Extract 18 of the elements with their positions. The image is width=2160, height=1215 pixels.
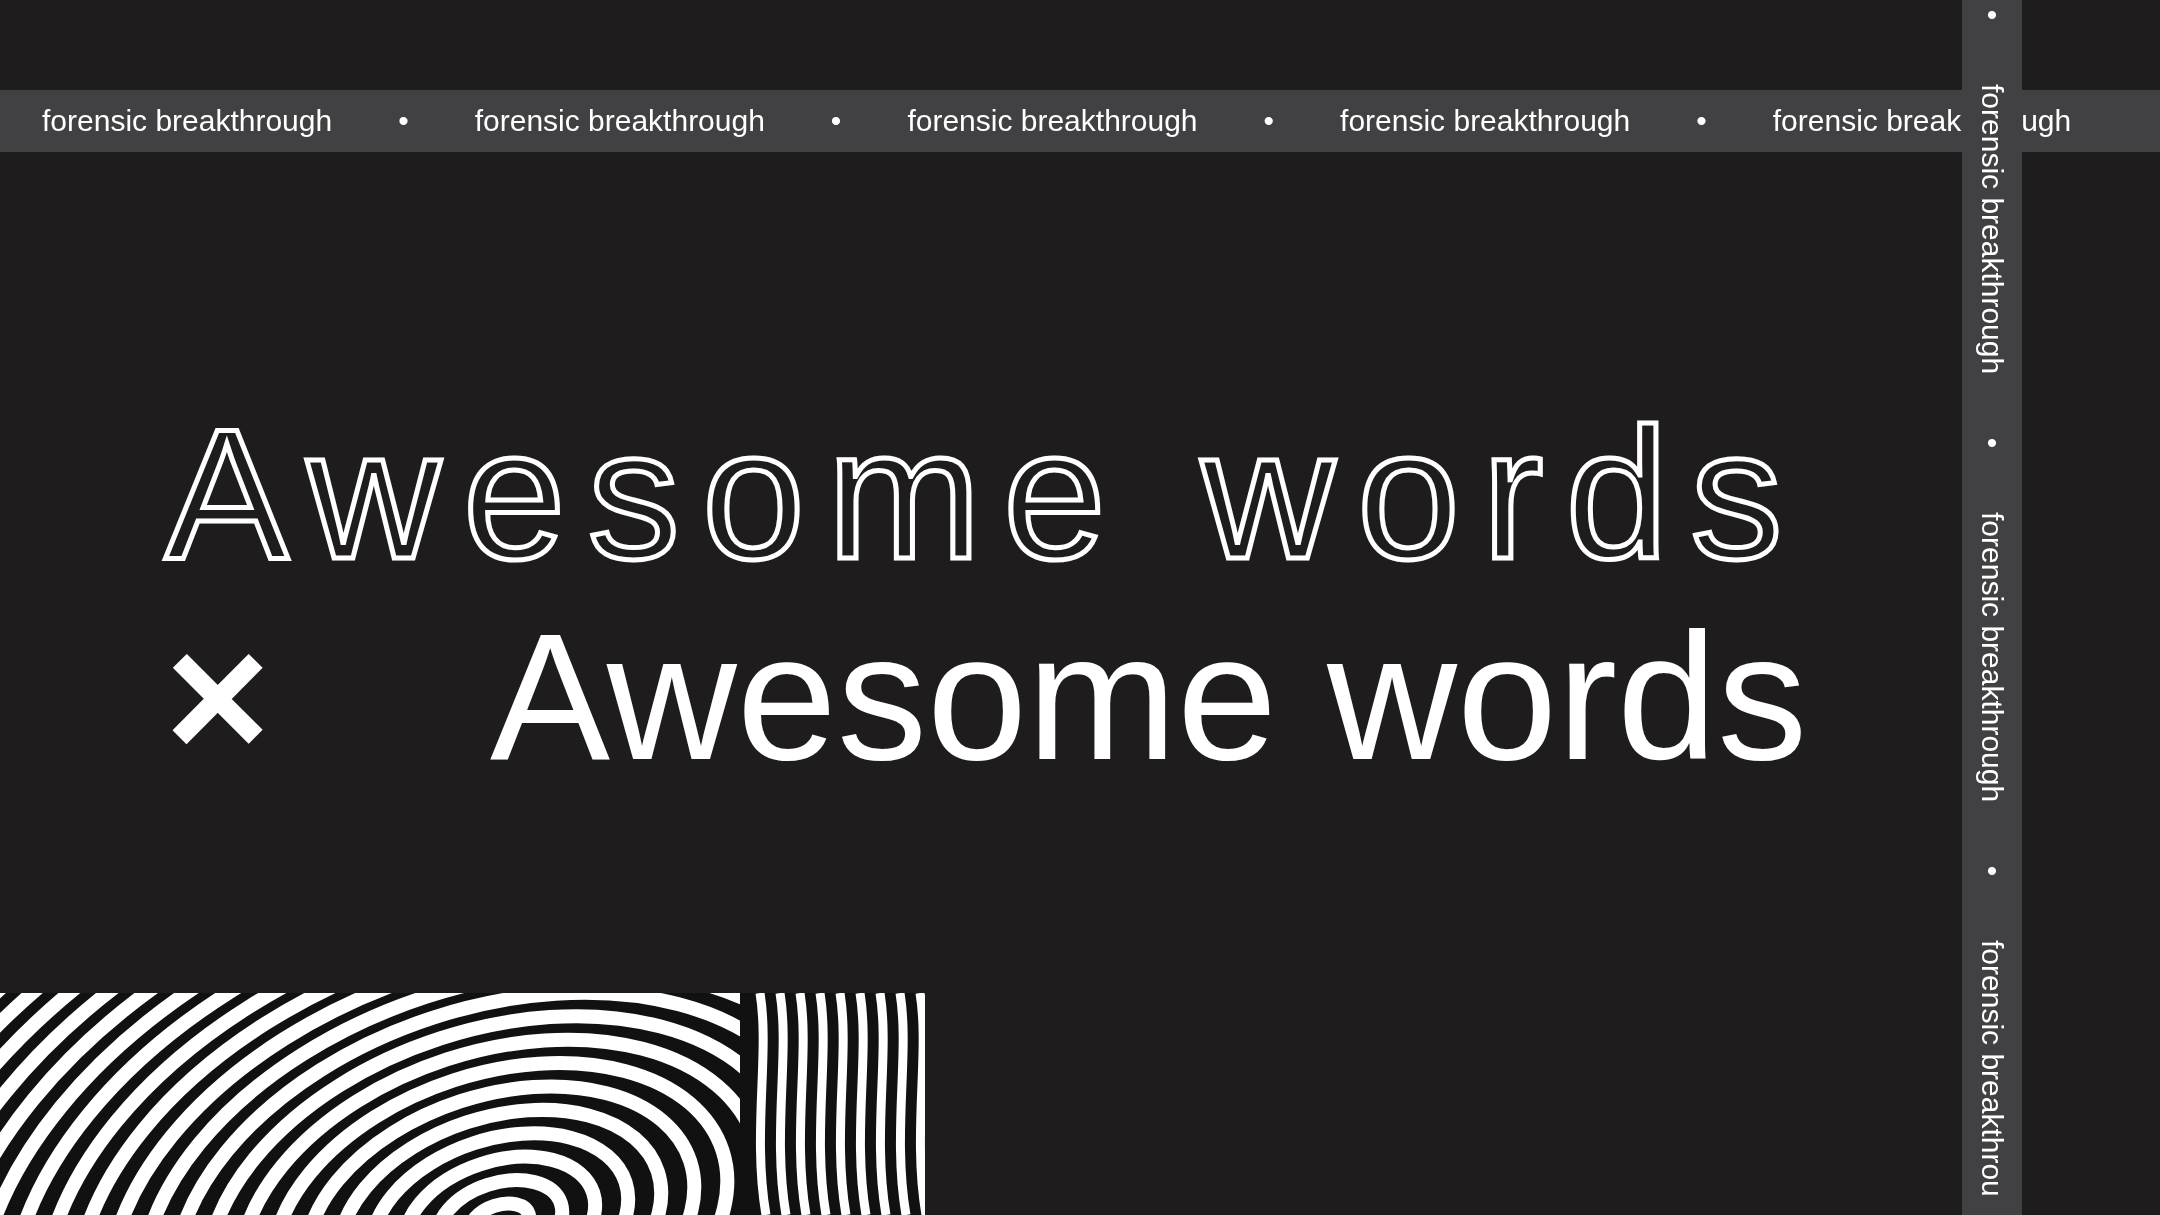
separator-dot: • [1986, 428, 1998, 459]
separator-dot: • [1696, 106, 1707, 136]
multiply-sign: × [165, 607, 272, 787]
marquee-text: forensic breakthrough [1977, 512, 2007, 803]
marquee-text: forensic breakthrough [907, 106, 1198, 136]
separator-dot: • [1986, 856, 1998, 887]
marquee-text: forensic breakthrou [1977, 940, 2007, 1198]
marquee-text: ugh [2021, 106, 2072, 136]
solid-headline: Awesome words [490, 607, 1808, 787]
separator-dot: • [398, 106, 409, 136]
marquee-text: forensic breakthrough [474, 106, 765, 136]
marquee-text: forensic break [1772, 106, 1962, 136]
separator-dot: • [1263, 106, 1275, 136]
marquee-text: forensic breakthrough [42, 106, 333, 136]
separator-dot: • [830, 106, 842, 136]
marquee-text: forensic breakthrough [1977, 84, 2007, 375]
marquee-text: forensic breakthrough [1340, 106, 1631, 136]
separator-dot: • [1986, 0, 1998, 30]
